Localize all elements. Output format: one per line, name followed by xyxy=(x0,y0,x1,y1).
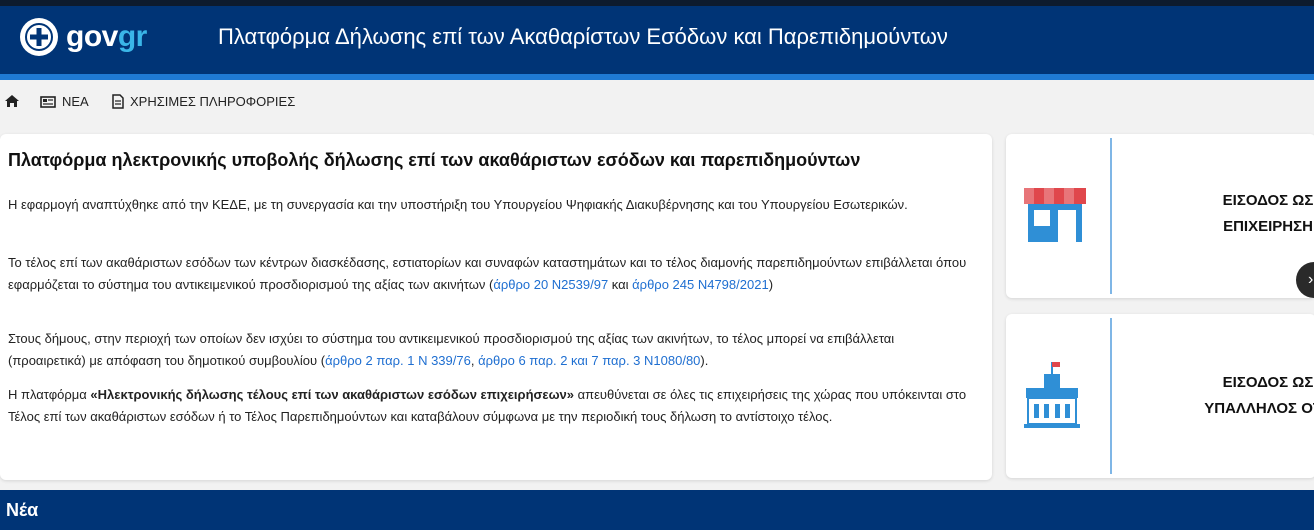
law-link-1080-80[interactable]: άρθρο 6 παρ. 2 και 7 παρ. 3 Ν1080/80 xyxy=(478,353,700,368)
greek-emblem-icon xyxy=(20,18,58,56)
login-business-label: ΕΙΣΟΔΟΣ ΩΣ ΕΠΙΧΕΙΡΗΣΗ xyxy=(1222,192,1314,235)
nav-home[interactable] xyxy=(4,94,26,108)
nav-useful-info-label: ΧΡΗΣΙΜΕΣ ΠΛΗΡΟΦΟΡΙΕΣ xyxy=(130,94,296,109)
site-header: govgr Πλατφόρμα Δήλωσης επί των Ακαθαρίσ… xyxy=(0,6,1314,74)
govgr-logo[interactable]: govgr xyxy=(20,18,147,56)
news-section-title: Νέα xyxy=(6,500,39,520)
home-icon xyxy=(5,95,19,107)
law-link-4798-2021[interactable]: άρθρο 245 Ν4798/2021 xyxy=(632,277,769,292)
card-divider xyxy=(1110,318,1112,474)
intro-heading: Πλατφόρμα ηλεκτρονικής υποβολής δήλωσης … xyxy=(8,150,861,170)
login-employee-label: ΕΙΣΟΔΟΣ ΩΣ ΥΠΑΛΛΗΛΟΣ ΟΤΑ xyxy=(1204,374,1314,417)
law-link-2539-97[interactable]: άρθρο 20 Ν2539/97 xyxy=(493,277,608,292)
storefront-icon xyxy=(1020,186,1090,249)
app-title: Πλατφόρμα Δήλωσης επί των Ακαθαρίστων Εσ… xyxy=(218,24,948,49)
news-section-header: Νέα xyxy=(0,490,1314,530)
login-business-card[interactable]: ΕΙΣΟΔΟΣ ΩΣ ΕΠΙΧΕΙΡΗΣΗ xyxy=(1006,134,1314,298)
nav-useful-info[interactable]: ΧΡΗΣΙΜΕΣ ΠΛΗΡΟΦΟΡΙΕΣ xyxy=(112,94,295,109)
intro-paragraph-2: Το τέλος επί των ακαθάριστων εσόδων των … xyxy=(8,255,967,292)
town-hall-icon xyxy=(1020,360,1084,435)
intro-paragraph-3: Στους δήμους, στην περιοχή των οποίων δε… xyxy=(8,331,895,368)
nav-news[interactable]: ΝΕΑ xyxy=(40,94,89,109)
chevron-right-icon: › xyxy=(1308,271,1314,288)
intro-paragraph-4: Η πλατφόρμα «Ηλεκτρονικής δήλωσης τέλους… xyxy=(8,387,967,424)
govgr-wordmark: govgr xyxy=(66,20,147,53)
intro-card: Πλατφόρμα ηλεκτρονικής υποβολής δήλωσης … xyxy=(0,134,992,480)
card-divider xyxy=(1110,138,1112,294)
login-employee-card[interactable]: ΕΙΣΟΔΟΣ ΩΣ ΥΠΑΛΛΗΛΟΣ ΟΤΑ xyxy=(1006,314,1314,478)
top-nav: ΝΕΑ ΧΡΗΣΙΜΕΣ ΠΛΗΡΟΦΟΡΙΕΣ xyxy=(0,80,1314,126)
nav-news-label: ΝΕΑ xyxy=(62,94,89,109)
intro-paragraph-1: Η εφαρμογή αναπτύχθηκε από την ΚΕΔΕ, με … xyxy=(8,197,908,212)
law-link-339-76[interactable]: άρθρο 2 παρ. 1 Ν 339/76 xyxy=(325,353,471,368)
newspaper-icon xyxy=(40,95,56,108)
document-icon xyxy=(112,94,124,109)
